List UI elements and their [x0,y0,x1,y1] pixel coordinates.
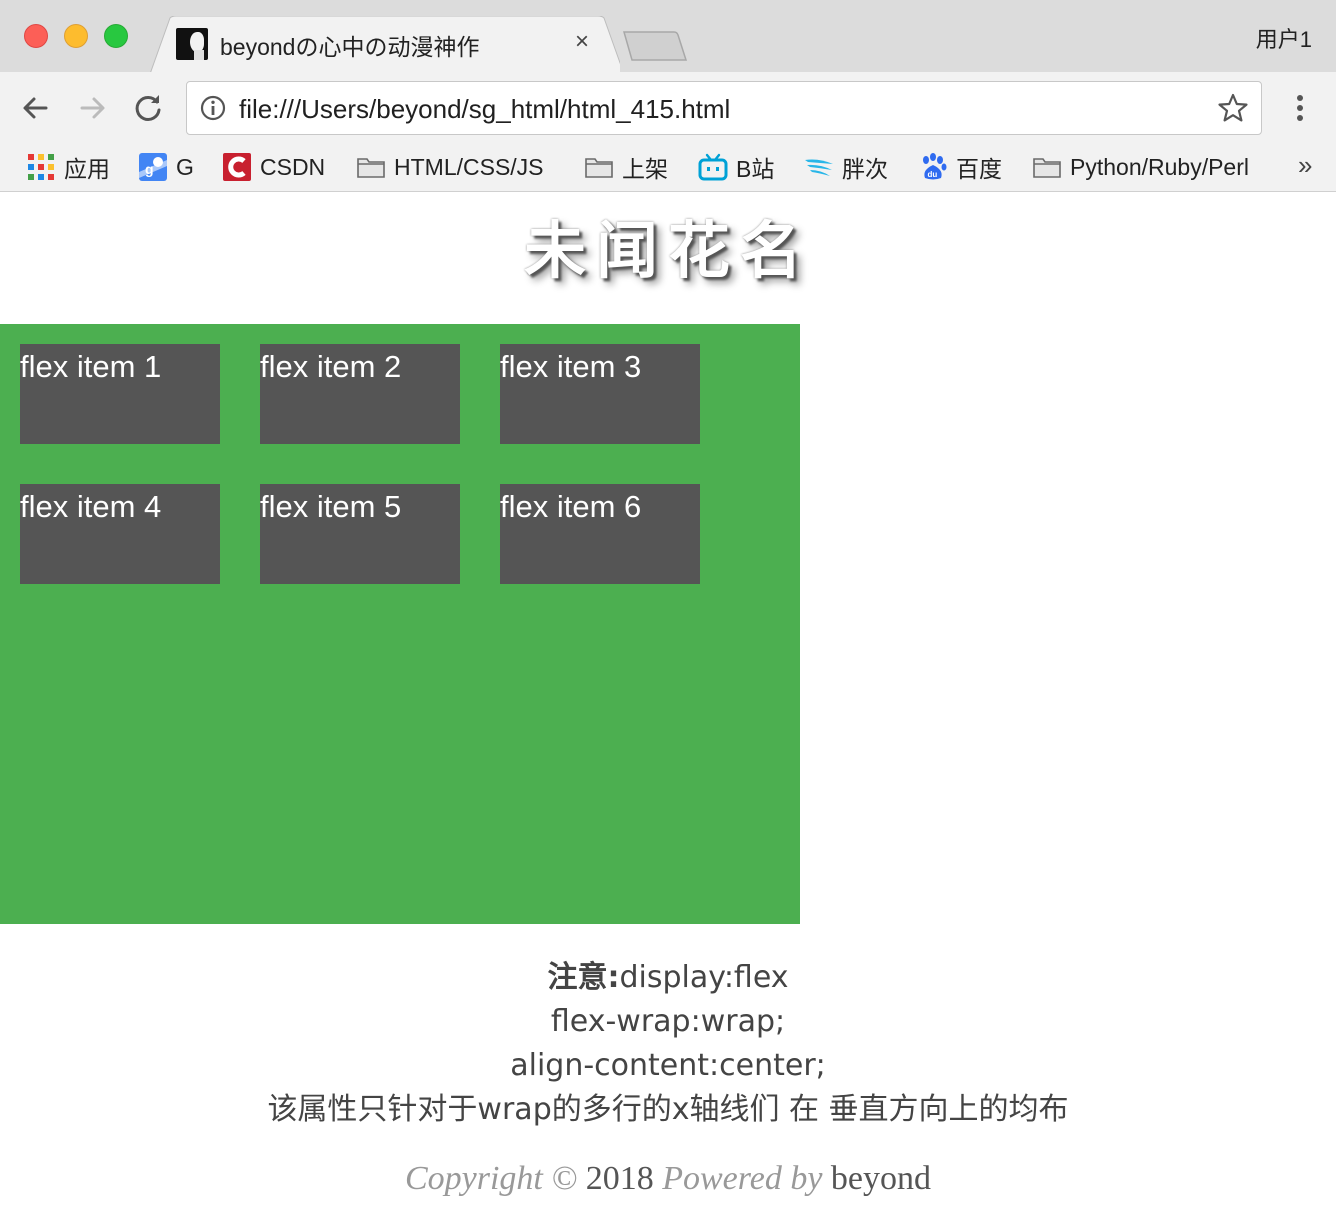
notes-line-4: 该属性只针对于wrap的多行的x轴线们 在 垂直方向上的均布 [267,1092,1069,1127]
arrow-right-icon [80,97,105,119]
notes-label: 注意: [547,960,620,995]
kebab-menu-icon[interactable] [1290,92,1310,124]
flex-item: flex item 3 [500,344,700,444]
copyright-powered: Powered by [653,1160,831,1197]
flex-item: flex item 2 [260,344,460,444]
bookmark-folder-shangjia[interactable]: 上架 [584,149,668,185]
csdn-icon [223,153,251,181]
notes-block: 注意:display:flex flex-wrap:wrap; align-co… [0,956,1336,1132]
bookmark-baidu[interactable]: du 百度 [918,149,1002,185]
notes-text: display:flex [619,960,789,995]
folder-icon [1033,158,1061,178]
tab-close-icon[interactable]: × [575,28,589,56]
copyright-author: beyond [830,1160,932,1197]
folder-icon [585,158,613,178]
copyright-prefix: Copyright © [404,1160,586,1197]
bookmark-folder-python-ruby-perl[interactable]: Python/Ruby/Perl [1032,149,1249,185]
close-window-button[interactable] [24,24,48,48]
tab-favicon-icon [176,28,208,60]
browser-toolbar: file:///Users/beyond/sg_html/html_415.ht… [0,72,1336,144]
notes-line-3: align-content:center; [510,1048,826,1083]
flex-item: flex item 5 [260,484,460,584]
bookmark-label: 胖次 [842,156,888,182]
flex-container: flex item 1 flex item 2 flex item 3 flex… [0,324,800,924]
back-button[interactable] [18,90,54,126]
bookmark-label: Python/Ruby/Perl [1070,153,1249,180]
bookmark-label: 上架 [622,156,668,182]
forward-button[interactable] [74,90,110,126]
svg-text:du: du [928,170,938,179]
reload-button[interactable] [130,90,166,126]
bookmark-bilibili[interactable]: B站 [698,149,774,185]
bilibili-icon [698,153,728,181]
bookmark-g[interactable]: g G [138,149,194,185]
copyright-year: 2018 [585,1160,654,1197]
browser-tab-active[interactable]: beyondの心中の动漫神作 × [150,16,620,74]
tab-title: beyondの心中の动漫神作 [220,34,480,60]
reload-icon [135,95,161,121]
bookmark-label: G [176,153,194,180]
flex-item: flex item 4 [20,484,220,584]
notes-line-2: flex-wrap:wrap; [550,1004,786,1039]
bookmarks-overflow-icon[interactable]: » [1298,150,1312,181]
new-tab-button[interactable] [620,30,690,62]
browser-titlebar: beyondの心中の动漫神作 × 用户1 [0,0,1336,74]
bookmark-panci[interactable]: 胖次 [804,149,888,185]
arrow-left-icon [23,97,48,119]
notes-line-1: 注意:display:flex [0,956,1336,1000]
bookmark-label: HTML/CSS/JS [394,153,544,180]
profile-user-label[interactable]: 用户1 [1256,22,1312,54]
wings-icon [805,159,833,176]
svg-text:g: g [145,161,154,177]
minimize-window-button[interactable] [64,24,88,48]
flex-item: flex item 1 [20,344,220,444]
bookmark-folder-html-css-js[interactable]: HTML/CSS/JS [356,149,544,185]
address-bar[interactable]: file:///Users/beyond/sg_html/html_415.ht… [186,81,1262,135]
google-maps-icon: g [139,153,167,181]
info-icon[interactable] [199,94,227,122]
bookmark-label: 应用 [64,156,110,182]
flex-item: flex item 6 [500,484,700,584]
folder-icon [357,158,385,178]
page-heading: 未闻花名 [523,214,812,287]
apps-grid-icon [28,154,54,180]
bookmark-star-icon[interactable] [1217,92,1249,124]
copyright-footer: Copyright © 2018 Powered by beyond [0,1160,1336,1198]
maximize-window-button[interactable] [104,24,128,48]
bookmark-apps[interactable]: 应用 [26,149,110,185]
baidu-paw-icon: du [923,153,947,180]
url-text[interactable]: file:///Users/beyond/sg_html/html_415.ht… [239,94,730,125]
bookmark-label: 百度 [956,156,1002,182]
bookmark-label: CSDN [260,153,326,180]
bookmark-csdn[interactable]: CSDN [222,149,325,185]
bookmark-label: B站 [736,156,775,182]
bookmarks-bar: 应用 g G CSDN HTML/CSS/JS 上架 B站 胖次 du 百度 P… [0,144,1336,192]
